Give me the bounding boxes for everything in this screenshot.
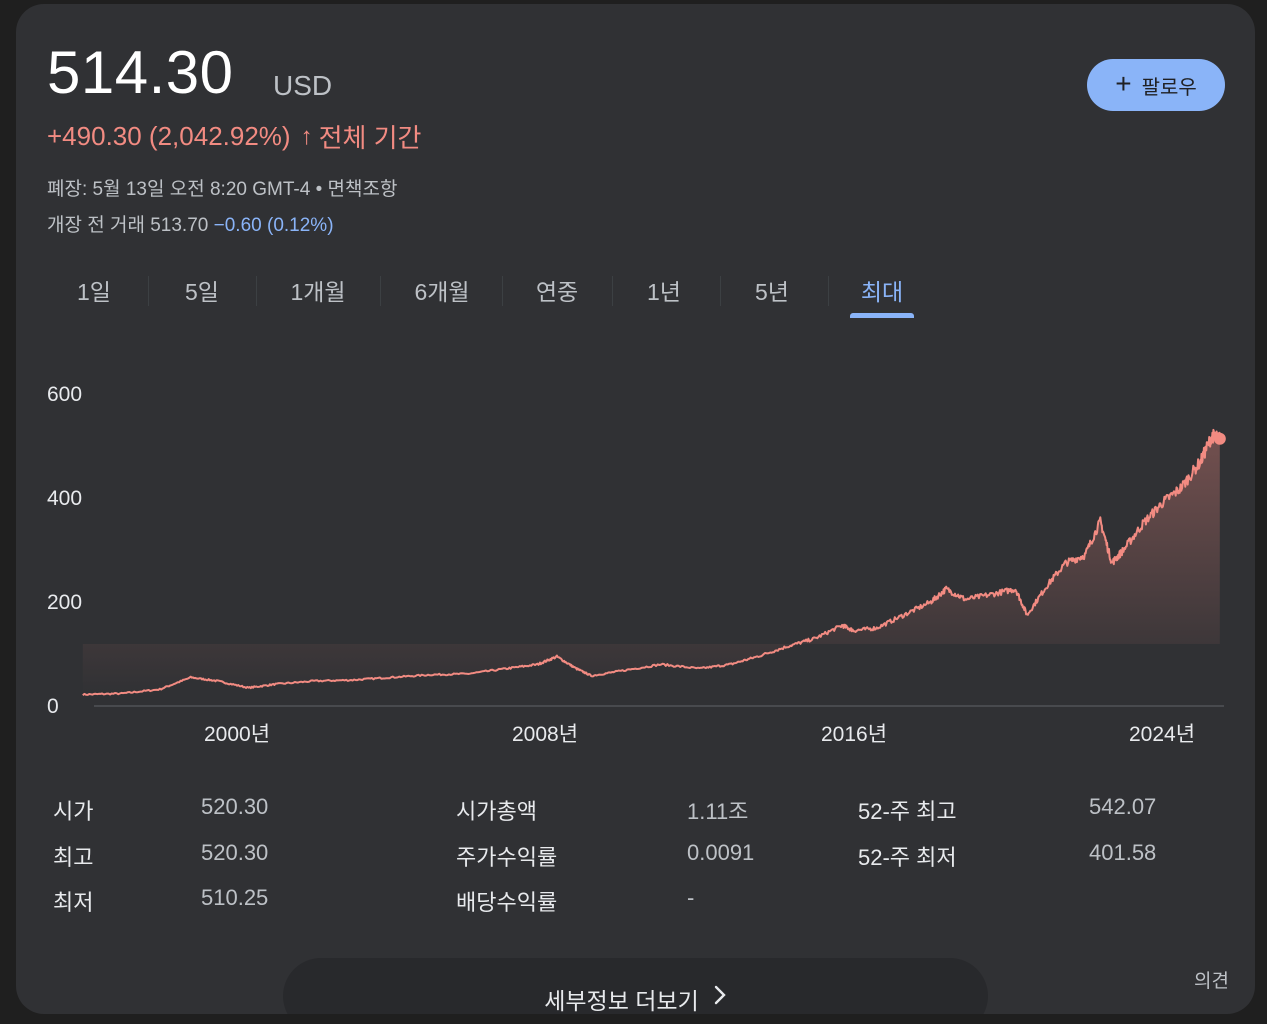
stat-value-pe: 0.0091 bbox=[687, 840, 755, 865]
x-tick-label: 2024년 bbox=[1128, 723, 1196, 746]
stat-label-open: 시가 bbox=[53, 799, 94, 824]
stat-label-mktcap: 시가총액 bbox=[456, 799, 537, 824]
more-details-label: 세부정보 더보기 bbox=[544, 988, 699, 1014]
more-details-button[interactable]: 세부정보 더보기 bbox=[283, 958, 988, 1014]
stat-label-low: 최저 bbox=[53, 890, 94, 915]
stat-value-dividend: - bbox=[687, 885, 695, 910]
stat-value-52w-low: 401.58 bbox=[1089, 840, 1157, 865]
x-tick-label: 2008년 bbox=[511, 723, 579, 746]
stat-label-pe: 주가수익률 bbox=[456, 845, 558, 870]
price-chart[interactable] bbox=[16, 4, 1255, 764]
stat-value-52w-high: 542.07 bbox=[1089, 794, 1157, 819]
stat-label-high: 최고 bbox=[53, 845, 94, 870]
stat-value-low: 510.25 bbox=[201, 885, 269, 910]
stat-value-open: 520.30 bbox=[201, 794, 269, 819]
stat-label-dividend: 배당수익률 bbox=[456, 890, 558, 915]
current-price-marker bbox=[1213, 432, 1226, 445]
stat-label-52w-high: 52-주 최고 bbox=[858, 799, 957, 824]
chevron-right-icon bbox=[713, 984, 727, 1012]
feedback-link[interactable]: 의견 bbox=[1194, 966, 1229, 993]
stock-card: 514.30 USD +490.30 (2,042.92%) ↑ 전체 기간 폐… bbox=[16, 4, 1255, 1014]
stat-value-high: 520.30 bbox=[201, 840, 269, 865]
stat-value-mktcap: 1.11조 bbox=[687, 799, 749, 824]
price-area-fill bbox=[82, 429, 1220, 696]
stat-label-52w-low: 52-주 최저 bbox=[858, 845, 957, 870]
x-tick-label: 2000년 bbox=[203, 723, 271, 746]
x-tick-label: 2016년 bbox=[820, 723, 888, 746]
